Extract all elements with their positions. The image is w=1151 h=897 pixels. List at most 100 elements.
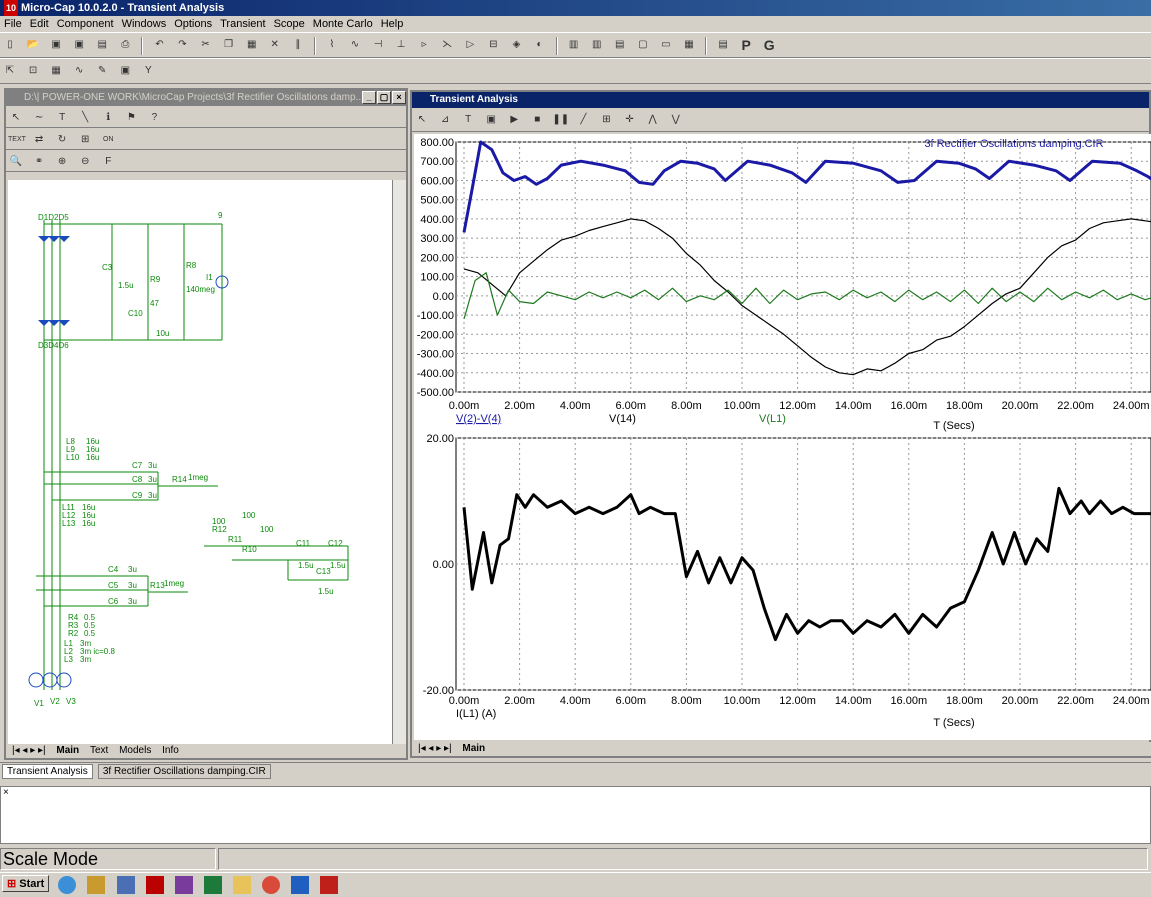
pointer-icon[interactable]: ⇱ bbox=[2, 63, 18, 79]
window-icon[interactable]: ▢ bbox=[635, 37, 651, 53]
zoom-in-icon[interactable]: ⊕ bbox=[54, 154, 70, 170]
rotate-icon[interactable]: ↻ bbox=[54, 132, 70, 148]
flag-icon[interactable]: ⚑ bbox=[123, 110, 139, 126]
analysis-plot-area[interactable]: 3f Rectifier Oscillations damping.CIR 0.… bbox=[414, 134, 1151, 740]
tab-main[interactable]: Main bbox=[52, 744, 83, 758]
outlook-icon[interactable] bbox=[290, 876, 309, 894]
output-pane[interactable]: × bbox=[0, 786, 1151, 844]
menu-monte-carlo[interactable]: Monte Carlo bbox=[309, 16, 377, 32]
probe-icon[interactable]: ◐ bbox=[532, 37, 548, 53]
restore-button[interactable]: ▢ bbox=[377, 91, 391, 104]
select-icon[interactable]: ↖ bbox=[8, 110, 24, 126]
tab-info[interactable]: Info bbox=[158, 744, 183, 758]
text-icon[interactable]: T bbox=[54, 110, 70, 126]
cascade-icon[interactable]: ▥ bbox=[566, 37, 582, 53]
component-list-icon[interactable]: ▤ bbox=[715, 37, 731, 53]
copy-icon[interactable]: ❐ bbox=[221, 37, 237, 53]
save-icon[interactable]: ▣ bbox=[48, 37, 64, 53]
cursor-icon[interactable]: ✛ bbox=[622, 112, 638, 128]
scale-icon[interactable]: ⊿ bbox=[437, 112, 453, 128]
inductor-icon[interactable]: ∿ bbox=[347, 37, 363, 53]
start-button[interactable]: ⊞ Start bbox=[2, 875, 50, 892]
run-icon[interactable]: ▶ bbox=[506, 112, 522, 128]
text-grid-icon[interactable]: ▦ bbox=[48, 63, 64, 79]
tab-models[interactable]: Models bbox=[115, 744, 155, 758]
open-folder-icon[interactable]: 📂 bbox=[25, 37, 41, 53]
minimize-button[interactable]: _ bbox=[362, 91, 376, 104]
menu-file[interactable]: File bbox=[0, 16, 26, 32]
close-button[interactable]: × bbox=[392, 91, 406, 104]
monitor-icon[interactable] bbox=[116, 876, 135, 894]
stop-icon[interactable]: ■ bbox=[529, 112, 545, 128]
menu-help[interactable]: Help bbox=[377, 16, 408, 32]
new-file-icon[interactable]: ▯ bbox=[2, 37, 18, 53]
print-icon[interactable]: ⎙ bbox=[117, 37, 133, 53]
select-all-icon[interactable]: ∥ bbox=[290, 37, 306, 53]
diode-icon[interactable]: ▹ bbox=[416, 37, 432, 53]
line-icon[interactable]: ╲ bbox=[77, 110, 93, 126]
tab-nav-arrows[interactable]: |◂ ◂ ▸ ▸| bbox=[8, 744, 50, 758]
f-icon[interactable]: F bbox=[100, 154, 116, 170]
delete-icon[interactable]: ✕ bbox=[267, 37, 283, 53]
schematic-vertical-scrollbar[interactable] bbox=[392, 180, 406, 744]
pen-icon[interactable]: ✎ bbox=[94, 63, 110, 79]
wire-icon[interactable]: ∼ bbox=[31, 110, 47, 126]
excel-icon[interactable] bbox=[203, 876, 222, 894]
opamp-icon[interactable]: ▷ bbox=[462, 37, 478, 53]
calculator-icon[interactable]: ▦ bbox=[681, 37, 697, 53]
frame-icon[interactable]: ▣ bbox=[117, 63, 133, 79]
line-icon[interactable]: ╱ bbox=[575, 112, 591, 128]
p-icon[interactable]: P bbox=[738, 37, 754, 53]
ground-icon[interactable]: ⊥ bbox=[393, 37, 409, 53]
pause-icon[interactable]: ❚❚ bbox=[552, 112, 569, 128]
grid-icon[interactable]: ⊞ bbox=[77, 132, 93, 148]
save-all-icon[interactable]: ▣ bbox=[71, 37, 87, 53]
text-mode-icon[interactable]: TEXT bbox=[8, 132, 26, 148]
valley-icon[interactable]: ⋁ bbox=[668, 112, 684, 128]
capacitor-icon[interactable]: ⊣ bbox=[370, 37, 386, 53]
tile-horizontal-icon[interactable]: ▤ bbox=[612, 37, 628, 53]
menu-edit[interactable]: Edit bbox=[26, 16, 53, 32]
pdf-icon[interactable] bbox=[319, 876, 338, 894]
zoom-window-icon[interactable]: ⊡ bbox=[25, 63, 41, 79]
menu-scope[interactable]: Scope bbox=[270, 16, 309, 32]
output-close-icon[interactable]: × bbox=[3, 787, 9, 798]
menu-options[interactable]: Options bbox=[170, 16, 216, 32]
g-icon[interactable]: G bbox=[761, 37, 777, 53]
properties-icon[interactable]: ▣ bbox=[483, 112, 499, 128]
chrome-icon[interactable] bbox=[261, 876, 280, 894]
info-icon[interactable]: ℹ bbox=[100, 110, 116, 126]
zoom-out-icon[interactable]: ⊖ bbox=[77, 154, 93, 170]
mdi-tab-transient[interactable]: Transient Analysis bbox=[2, 764, 93, 779]
subscript-icon[interactable]: Y bbox=[140, 63, 156, 79]
menu-windows[interactable]: Windows bbox=[118, 16, 171, 32]
print-preview-icon[interactable]: ▤ bbox=[94, 37, 110, 53]
text-icon[interactable]: T bbox=[460, 112, 476, 128]
paste-icon[interactable]: ▦ bbox=[244, 37, 260, 53]
grid-icon[interactable]: ⊞ bbox=[599, 112, 615, 128]
tab-text[interactable]: Text bbox=[86, 744, 112, 758]
maximize-window-icon[interactable]: ▭ bbox=[658, 37, 674, 53]
mdi-tab-circuit[interactable]: 3f Rectifier Oscillations damping.CIR bbox=[97, 764, 271, 779]
menu-transient[interactable]: Transient bbox=[216, 16, 269, 32]
ie-icon[interactable] bbox=[58, 876, 77, 894]
media-icon[interactable] bbox=[87, 876, 106, 894]
help-icon[interactable]: ? bbox=[146, 110, 162, 126]
resistor-icon[interactable]: ⌇ bbox=[324, 37, 340, 53]
find-icon[interactable]: 🔍 bbox=[8, 154, 24, 170]
app-purple-icon[interactable] bbox=[174, 876, 193, 894]
peak-icon[interactable]: ⋀ bbox=[645, 112, 661, 128]
binoculars-icon[interactable]: ⚭ bbox=[31, 154, 47, 170]
battery-icon[interactable]: ⊟ bbox=[485, 37, 501, 53]
flip-icon[interactable]: ⇄ bbox=[31, 132, 47, 148]
tile-vertical-icon[interactable]: ▥ bbox=[589, 37, 605, 53]
waveform-icon[interactable]: ∿ bbox=[71, 63, 87, 79]
on-icon[interactable]: ON bbox=[100, 132, 116, 148]
cut-icon[interactable]: ✂ bbox=[198, 37, 214, 53]
select-icon[interactable]: ↖ bbox=[414, 112, 430, 128]
analysis-tab-nav[interactable]: |◂ ◂ ▸ ▸| bbox=[414, 742, 456, 756]
redo-icon[interactable]: ↷ bbox=[175, 37, 191, 53]
tab-analysis-main[interactable]: Main bbox=[458, 742, 489, 756]
source-icon[interactable]: ◈ bbox=[508, 37, 524, 53]
microcap-icon[interactable] bbox=[145, 876, 164, 894]
